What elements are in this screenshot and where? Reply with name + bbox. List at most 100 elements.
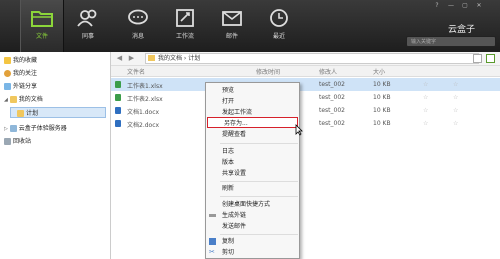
back-arrow-icon[interactable]: ◀ [115,54,124,63]
menu-item-version[interactable]: 版本 [206,157,299,168]
excel-file-icon [115,94,121,101]
nav-mail-label: 邮件 [225,33,238,40]
menu-item-cut[interactable]: ✂ 剪切 [206,247,299,258]
context-menu: 预览 打开 发起工作流 另存为... 提醒查看 日志 版本 共享设置 刷新 创建… [205,82,300,259]
favorite-star-icon[interactable]: ☆ [423,107,428,114]
mouse-cursor-icon [295,124,303,136]
nav-colleagues-label: 同事 [81,33,94,40]
nav-files-button[interactable]: 文件 [20,0,64,52]
maximize-button[interactable]: ▢ [460,2,470,9]
star-icon [4,57,11,64]
favorite-star-icon[interactable]: ☆ [453,81,458,88]
nav-files-label: 文件 [35,33,48,40]
menu-item-copy[interactable]: 复制 [206,236,299,247]
folder-icon [31,11,53,27]
menu-item-open[interactable]: 打开 [206,96,299,107]
nav-recent-label: 最近 [272,33,285,40]
file-size: 10 KB [373,120,391,127]
menu-item-label: 生成外链 [222,212,247,219]
column-header-size[interactable]: 大小 [373,67,385,76]
breadcrumb[interactable]: 我的文档 › 计划 [145,53,479,64]
grid-view-icon[interactable] [486,54,495,63]
sidebar-item-my-documents[interactable]: ◢ 我的文档 [4,94,43,105]
favorite-star-icon[interactable]: ☆ [453,120,458,127]
nav-messages-label: 消息 [131,33,144,40]
brand-logo: 云盒子 [448,25,476,35]
sidebar-item-label: 云盒子体验服务器 [18,125,67,132]
favorite-star-icon[interactable]: ☆ [423,120,428,127]
menu-item-label: 剪切 [222,249,235,256]
breadcrumb-path: 我的文档 › 计划 [158,55,201,62]
sidebar-item-following[interactable]: 我的关注 [4,68,37,79]
word-file-icon [115,120,121,127]
menu-item-share-settings[interactable]: 共享设置 [206,168,299,179]
link-icon [4,83,11,90]
menu-item-log[interactable]: 日志 [206,146,299,157]
clock-icon [270,9,288,27]
menu-item-remind-view[interactable]: 提醒查看 [206,129,299,140]
sidebar-item-shared-links[interactable]: 外链分享 [4,81,37,92]
folder-icon [9,96,17,103]
nav-workflow-button[interactable]: 工作流 [163,0,207,52]
file-name: 文档1.docx [127,109,160,116]
message-icon [128,9,148,25]
menu-item-refresh[interactable]: 刷新 [206,183,299,194]
menu-item-label: 复制 [222,238,235,245]
trash-icon [4,138,11,145]
table-row[interactable]: 文档2.docx test_002 10 KB ☆ ☆ [111,117,500,130]
sidebar-item-label: 回收站 [13,138,32,145]
folder-icon [17,110,24,117]
sidebar-item-plan[interactable]: 计划 [10,107,106,118]
menu-item-preview[interactable]: 预览 [206,85,299,96]
table-row[interactable]: 文档1.docx test_002 10 KB ☆ ☆ [111,104,500,117]
sidebar-item-recycle-bin[interactable]: 回收站 [4,136,31,147]
sidebar-item-server[interactable]: ▷ 云盒子体验服务器 [4,123,67,134]
file-size: 10 KB [373,94,391,101]
table-row[interactable]: 工作表1.xlsx test_002 10 KB ☆ ☆ [111,78,500,91]
favorite-star-icon[interactable]: ☆ [423,94,428,101]
list-view-icon[interactable] [473,54,482,63]
column-header-name[interactable]: 文件名 [127,67,145,76]
expand-triangle-icon: ◢ [4,97,8,103]
nav-recent-button[interactable]: 最近 [257,0,301,52]
mail-icon [222,11,242,26]
sidebar-item-label: 计划 [26,110,39,117]
menu-separator [220,143,298,144]
column-header-modified[interactable]: 修改时间 [256,67,280,76]
workflow-icon [176,9,194,27]
nav-workflow-label: 工作流 [175,33,194,40]
close-button[interactable]: ✕ [474,2,484,9]
search-input[interactable]: 输入关键字 [406,36,496,47]
file-modifier: test_002 [319,107,345,114]
file-name: 工作表1.xlsx [127,83,163,90]
menu-item-save-as[interactable]: 另存为... [207,117,298,128]
forward-arrow-icon[interactable]: ▶ [127,54,136,63]
address-bar: ◀ ▶ 我的文档 › 计划 [111,52,500,66]
menu-item-desktop-shortcut[interactable]: 创建桌面快捷方式 [206,199,299,210]
nav-colleagues-button[interactable]: 同事 [66,0,110,52]
sidebar: 我的收藏 我的关注 外链分享 ◢ 我的文档 计划 ▷ 云盒子体验服务器 回收站 [0,52,111,259]
sidebar-item-label: 我的关注 [13,70,38,77]
server-icon [9,125,17,132]
excel-file-icon [115,81,121,88]
column-header-modifier[interactable]: 修改人 [319,67,337,76]
nav-mail-button[interactable]: 邮件 [210,0,254,52]
favorite-star-icon[interactable]: ☆ [423,81,428,88]
pin-icon [4,70,11,77]
favorite-star-icon[interactable]: ☆ [453,107,458,114]
scissors-icon: ✂ [209,248,215,256]
table-row[interactable]: 工作表2.xlsx test_002 10 KB ☆ ☆ [111,91,500,104]
sidebar-item-label: 我的文档 [18,96,43,103]
sidebar-item-favorites[interactable]: 我的收藏 [4,55,37,66]
file-size: 10 KB [373,81,391,88]
sidebar-item-label: 我的收藏 [13,57,38,64]
copy-icon [209,238,216,245]
help-button[interactable]: ? [432,2,442,9]
file-size: 10 KB [373,107,391,114]
nav-messages-button[interactable]: 消息 [116,0,160,52]
favorite-star-icon[interactable]: ☆ [453,94,458,101]
menu-separator [220,196,298,197]
minimize-button[interactable]: — [446,2,456,9]
menu-item-send-email[interactable]: 发送邮件 [206,221,299,232]
menu-item-generate-link[interactable]: 生成外链 [206,210,299,221]
